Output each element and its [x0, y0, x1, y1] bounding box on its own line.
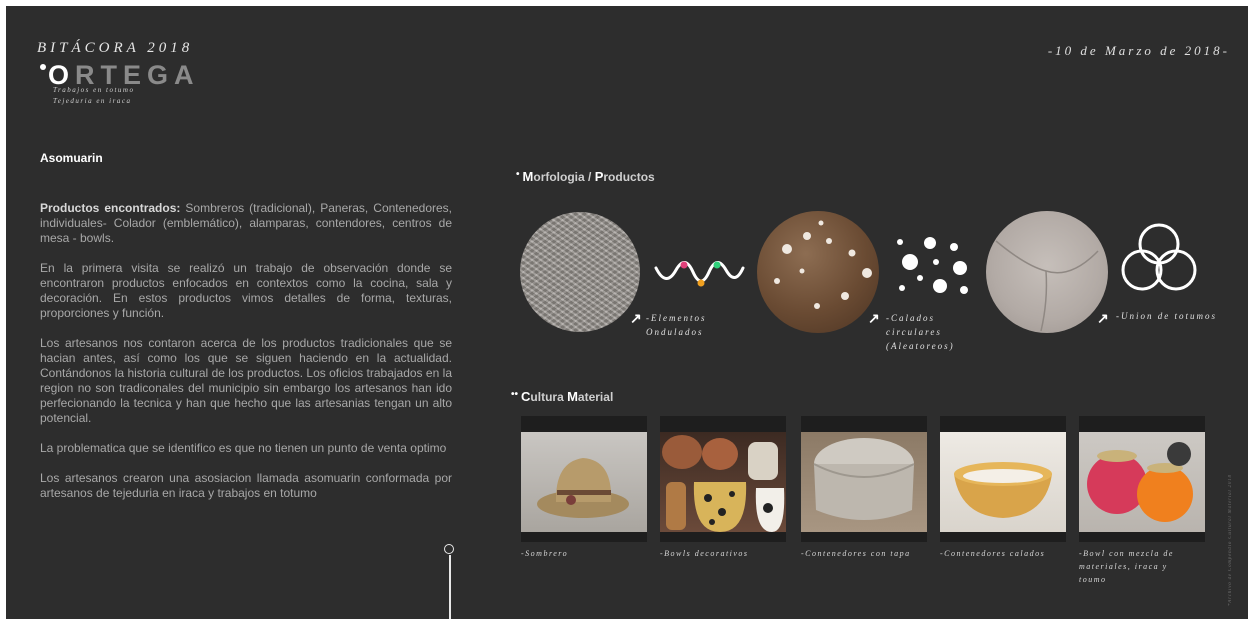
paragraph-association: Los artesanos crearon una asosiacion lla… [40, 471, 452, 500]
photo-contenedores-tapa [801, 416, 927, 542]
caption-ondulados-2: Ondulados [646, 327, 704, 337]
mixed-bowls-illustration [1087, 442, 1193, 522]
journal-board: BITÁCORA 2018 ORTEGA Trabajos en totumo … [6, 6, 1248, 619]
products-label: Productos encontrados: [40, 201, 181, 215]
arrow-icon: ↗ [630, 310, 642, 326]
lidded-container-illustration [813, 438, 915, 520]
caption-calados-1: -Calados [886, 313, 936, 323]
wave-icon [654, 261, 745, 287]
date-label: -10 de Marzo de 2018- [1047, 43, 1230, 58]
arrow-icon: ↗ [868, 310, 880, 326]
caption-bowl-mezcla: -Bowl con mezcla de materiales, iraca y … [1079, 549, 1174, 584]
timeline-line [449, 555, 451, 619]
side-note: *Archivo de Compendio Cultural Material … [1228, 474, 1233, 606]
section-title: Asomuarin [40, 151, 103, 165]
paragraph-observation: En la primera visita se realizó un traba… [40, 261, 452, 320]
brand-subtitle-1: Trabajos en totumo [53, 86, 135, 94]
paragraph-history: Los artesanos nos contaron acerca de los… [40, 336, 452, 425]
gourd-seams [995, 240, 1099, 332]
body-text: Productos encontrados: Sombreros (tradic… [40, 201, 452, 516]
caption-bowls: -Bowls decorativos [660, 549, 749, 558]
caption-contenedores-calados: -Contenedores calados [940, 549, 1046, 558]
journal-title: BITÁCORA 2018 [37, 40, 194, 56]
photo-sombrero [521, 416, 647, 542]
products-paragraph: Productos encontrados: Sombreros (tradic… [40, 201, 452, 246]
photo-bowl-mezcla [1079, 416, 1205, 542]
caption-ondulados-1: -Elementos [646, 313, 707, 323]
logo-dot [40, 64, 46, 70]
caption-union: -Union de totumos [1116, 311, 1217, 321]
perforation-dots [774, 220, 872, 309]
caption-calados-3: (Aleatoreos) [886, 341, 955, 351]
joined-gourds-photo [986, 211, 1108, 333]
wave-dot-pink [680, 261, 688, 269]
morphology-heading: • Morfologia / Productos [516, 169, 655, 184]
openwork-bowl-illustration [954, 462, 1052, 518]
caption-contenedores-tapa: -Contenedores con tapa [801, 549, 911, 558]
random-circles-icon [897, 237, 968, 294]
photo-bowls-decorativos [660, 416, 786, 542]
caption-calados-2: circulares [886, 327, 942, 337]
wave-dot-orange [697, 279, 705, 287]
paragraph-problem: La problematica que se identifico es que… [40, 441, 447, 455]
bowls-illustration [662, 435, 785, 532]
heading-bullet: • [516, 169, 520, 180]
arrow-icon: ↗ [1097, 310, 1109, 326]
wave-dot-green [713, 261, 721, 269]
culture-heading: •• Cultura Material [511, 389, 614, 404]
hat-illustration [537, 458, 629, 518]
union-rings-icon [1121, 223, 1197, 291]
photo-contenedores-calados [940, 416, 1066, 542]
heading-bullet: •• [511, 389, 519, 400]
timeline-node [444, 544, 454, 554]
woven-texture-photo [520, 212, 640, 332]
brand-subtitle-2: Tejeduria en iraca [53, 97, 132, 105]
perforated-gourd-photo [757, 211, 879, 333]
caption-sombrero: -Sombrero [521, 549, 569, 558]
